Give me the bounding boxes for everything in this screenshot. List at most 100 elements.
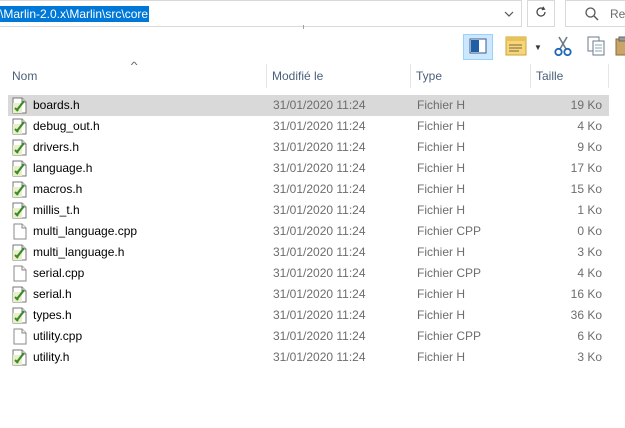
file-type: Fichier H (417, 203, 466, 217)
file-size: 36 Ko (570, 308, 602, 322)
file-modified-date: 31/01/2020 11:24 (273, 161, 366, 175)
file-type: Fichier H (417, 98, 466, 112)
file-modified-date: 31/01/2020 11:24 (273, 203, 366, 217)
file-name: boards.h (33, 98, 80, 112)
file-modified-date: 31/01/2020 11:24 (273, 182, 366, 196)
file-row[interactable]: serial.h 31/01/2020 11:24 Fichier H 16 Ko (8, 284, 609, 305)
file-size: 15 Ko (570, 182, 602, 196)
column-header-name[interactable]: Nom (8, 64, 266, 88)
file-row[interactable]: multi_language.cpp 31/01/2020 11:24 Fichie… (8, 221, 609, 242)
cpp-file-icon (12, 328, 28, 345)
caret-down-icon: ▼ (534, 42, 542, 52)
file-name: utility.cpp (33, 329, 83, 343)
column-header-row: Nom Modifié le Type Taille (0, 64, 625, 88)
file-size: 4 Ko (577, 119, 602, 133)
paste-icon (615, 35, 625, 60)
layout-button[interactable] (502, 34, 530, 60)
file-modified-date: 31/01/2020 11:24 (273, 308, 366, 322)
file-name: serial.cpp (33, 266, 85, 280)
file-size: 17 Ko (570, 161, 602, 175)
h-file-icon (12, 118, 28, 135)
file-type: Fichier H (417, 119, 466, 133)
file-row[interactable]: drivers.h 31/01/2020 11:24 Fichier H 9 Ko (8, 137, 609, 158)
file-modified-date: 31/01/2020 11:24 (273, 245, 366, 259)
file-name: multi_language.h (33, 245, 125, 259)
layout-dropdown-button[interactable]: ▼ (532, 34, 544, 60)
cpp-file-icon (12, 265, 28, 282)
file-row[interactable]: utility.h 31/01/2020 11:24 Fichier H 3 Ko (8, 347, 609, 368)
column-header-size[interactable]: Taille (532, 64, 608, 88)
column-divider[interactable] (530, 64, 531, 88)
search-placeholder: Rec (610, 7, 625, 21)
column-header-type[interactable]: Type (412, 64, 530, 88)
preview-pane-icon (469, 38, 487, 57)
file-modified-date: 31/01/2020 11:24 (273, 266, 366, 280)
file-row[interactable]: multi_language.h 31/01/2020 11:24 Fichier … (8, 242, 609, 263)
refresh-button[interactable] (527, 0, 555, 27)
h-file-icon (12, 286, 28, 303)
column-divider[interactable] (266, 64, 267, 88)
file-name: multi_language.cpp (33, 224, 138, 238)
address-bar[interactable]: \Marlin-2.0.x\Marlin\src\core (0, 0, 522, 27)
cpp-file-icon (12, 223, 28, 240)
top-bar: \Marlin-2.0.x\Marlin\src\core Rec (0, 0, 625, 29)
file-type: Fichier H (417, 287, 466, 301)
search-icon (584, 6, 600, 22)
column-resize-handle[interactable] (303, 25, 304, 29)
file-row[interactable]: macros.h 31/01/2020 11:24 Fichier H 15 Ko (8, 179, 609, 200)
copy-icon (586, 35, 606, 60)
file-name: debug_out.h (33, 119, 100, 133)
file-type: Fichier CPP (417, 329, 482, 343)
column-divider[interactable] (410, 64, 411, 88)
file-name: macros.h (33, 182, 83, 196)
file-modified-date: 31/01/2020 11:24 (273, 224, 366, 238)
h-file-icon (12, 160, 28, 177)
h-file-icon (12, 202, 28, 219)
file-row[interactable]: boards.h 31/01/2020 11:24 Fichier H 19 Ko (8, 95, 609, 116)
search-box[interactable]: Rec (565, 0, 625, 27)
file-type: Fichier CPP (417, 224, 482, 238)
file-modified-date: 31/01/2020 11:24 (273, 140, 366, 154)
file-type: Fichier H (417, 161, 466, 175)
file-modified-date: 31/01/2020 11:24 (273, 329, 366, 343)
file-size: 16 Ko (570, 287, 602, 301)
paste-button[interactable] (614, 34, 625, 60)
file-name: drivers.h (33, 140, 80, 154)
file-modified-date: 31/01/2020 11:24 (273, 119, 366, 133)
file-name: millis_t.h (33, 203, 80, 217)
file-type: Fichier H (417, 308, 466, 322)
file-size: 9 Ko (577, 140, 602, 154)
file-size: 19 Ko (570, 98, 602, 112)
file-modified-date: 31/01/2020 11:24 (273, 350, 366, 364)
chevron-down-icon[interactable] (498, 1, 520, 26)
file-row[interactable]: utility.cpp 31/01/2020 11:24 Fichier CPP 6 … (8, 326, 609, 347)
file-name: language.h (33, 161, 93, 175)
file-row[interactable]: types.h 31/01/2020 11:24 Fichier H 36 Ko (8, 305, 609, 326)
file-row[interactable]: serial.cpp 31/01/2020 11:24 Fichier CPP 4 K… (8, 263, 609, 284)
file-row[interactable]: language.h 31/01/2020 11:24 Fichier H 17 Ko (8, 158, 609, 179)
address-path[interactable]: \Marlin-2.0.x\Marlin\src\core (0, 6, 150, 22)
file-type: Fichier H (417, 182, 466, 196)
h-file-icon (12, 244, 28, 261)
toolbar: ▼ (0, 30, 625, 64)
file-row[interactable]: millis_t.h 31/01/2020 11:24 Fichier H 1 Ko (8, 200, 609, 221)
h-file-icon (12, 139, 28, 156)
file-size: 6 Ko (577, 329, 602, 343)
file-type: Fichier H (417, 245, 466, 259)
file-size: 0 Ko (577, 224, 602, 238)
file-size: 3 Ko (577, 245, 602, 259)
preview-pane-button[interactable] (463, 34, 493, 60)
cut-button[interactable] (550, 34, 576, 60)
h-file-icon (12, 181, 28, 198)
file-row[interactable]: debug_out.h 31/01/2020 11:24 Fichier H 4 Ko (8, 116, 609, 137)
file-name: utility.h (33, 350, 70, 364)
copy-button[interactable] (583, 34, 609, 60)
file-size: 3 Ko (577, 350, 602, 364)
refresh-icon (535, 6, 547, 21)
file-modified-date: 31/01/2020 11:24 (273, 287, 366, 301)
column-divider[interactable] (608, 64, 609, 88)
file-type: Fichier CPP (417, 266, 482, 280)
layout-icon (505, 36, 527, 59)
column-header-modified[interactable]: Modifié le (268, 64, 410, 88)
file-type: Fichier H (417, 350, 466, 364)
